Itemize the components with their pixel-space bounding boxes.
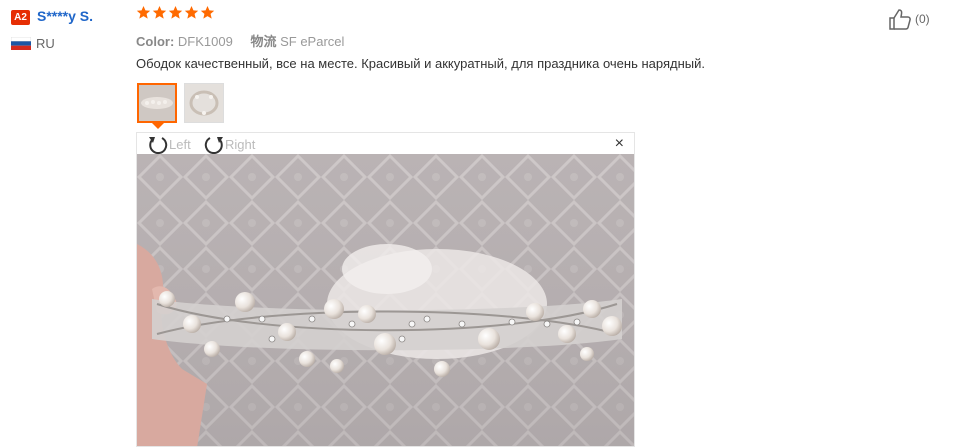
rotate-right-icon	[204, 137, 223, 154]
photo-thumbnail-image	[185, 84, 223, 122]
viewer-toolbar: Left Right ×	[137, 133, 634, 154]
reviewer-name[interactable]: S****y S.	[37, 8, 93, 24]
star-icon	[184, 5, 199, 19]
photo-viewer: Left Right ×	[136, 132, 635, 447]
buyer-level-badge: A2	[11, 10, 30, 25]
rotate-right-button[interactable]: Right	[203, 134, 255, 154]
review-photo-large	[137, 154, 634, 446]
helpful-button[interactable]: (0)	[888, 8, 930, 30]
rotate-right-label: Right	[225, 136, 256, 152]
color-value: DFK1009	[177, 34, 233, 49]
star-icon	[152, 5, 167, 19]
selected-thumbnail-indicator	[152, 123, 164, 129]
review-photo-thumbnail-1[interactable]	[137, 83, 177, 123]
shipping-label: 物流	[250, 34, 277, 49]
rotate-left-label: Left	[169, 136, 191, 152]
review-text: Ободок качественный, все на месте. Краси…	[136, 56, 705, 71]
rotate-left-icon	[149, 137, 168, 154]
shipping-value: SF eParcel	[280, 34, 345, 49]
russia-flag-icon	[11, 37, 31, 50]
star-icon	[136, 5, 151, 19]
helpful-count: (0)	[915, 12, 930, 26]
review-photo-thumbnail-2[interactable]	[184, 83, 224, 123]
star-icon	[168, 5, 183, 19]
thumbs-up-icon	[889, 9, 911, 30]
rating-stars	[136, 5, 215, 20]
reviewer-country: RU	[36, 36, 55, 51]
star-icon	[200, 5, 215, 19]
color-label: Color:	[136, 34, 175, 49]
order-info: Color: DFK1009 物流 SF eParcel	[136, 31, 358, 50]
rotate-left-button[interactable]: Left	[147, 134, 191, 154]
photo-thumbnail-image	[139, 85, 175, 121]
close-viewer-button[interactable]: ×	[615, 136, 624, 152]
